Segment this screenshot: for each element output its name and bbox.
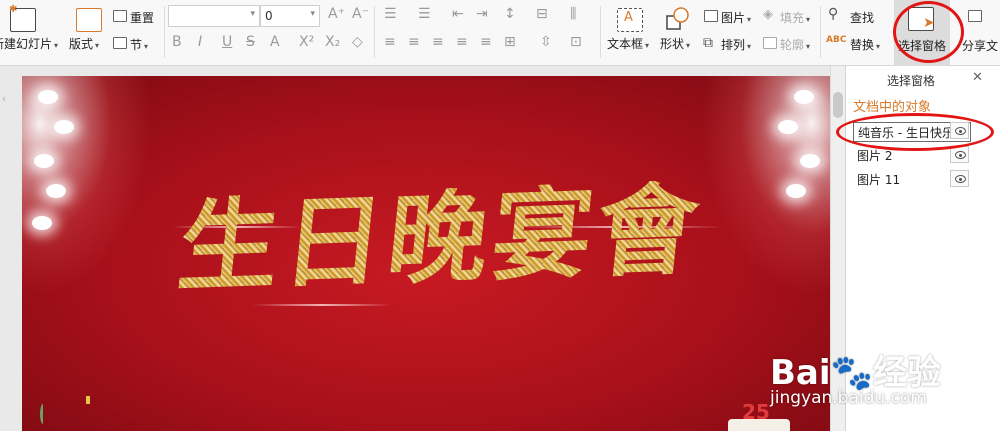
spotlight-right: [700, 76, 830, 296]
paragraph-settings-icon[interactable]: ⊡: [570, 34, 582, 50]
underline-icon[interactable]: U: [222, 34, 232, 50]
collapse-arrow-icon[interactable]: ‹: [2, 94, 6, 105]
new-slide-label: 新建幻灯片: [0, 35, 58, 52]
outline-button[interactable]: 轮廓: [780, 36, 810, 53]
textbox-button[interactable]: A 文本框: [604, 0, 656, 66]
split-text-icon: [968, 10, 982, 22]
confetti: [86, 396, 90, 404]
cake-image: [728, 419, 790, 431]
divider: [600, 6, 601, 58]
font-size-select[interactable]: 0 ▾: [260, 5, 320, 27]
distribute-icon[interactable]: ≡: [480, 34, 492, 50]
textbox-label: 文本框: [607, 35, 649, 52]
increase-font-icon[interactable]: A⁺: [328, 6, 345, 22]
superscript-icon[interactable]: X²: [299, 34, 314, 50]
spotlight-bulb: [34, 154, 54, 168]
subscript-icon[interactable]: X₂: [325, 34, 340, 50]
new-slide-button[interactable]: ✱ 新建幻灯片: [0, 0, 72, 66]
align-text-icon[interactable]: ⫼: [570, 6, 576, 22]
spotlight-bulb: [38, 90, 58, 104]
search-icon: ⚲: [828, 6, 839, 22]
confetti: [40, 404, 46, 424]
spotlight-bulb: [32, 216, 52, 230]
object-label: 图片 2: [857, 149, 893, 163]
light-streak: [252, 304, 392, 306]
close-icon[interactable]: ✕: [972, 70, 983, 85]
replace-button[interactable]: 替换: [850, 36, 880, 53]
divider: [164, 6, 165, 58]
spotlight-bulb: [54, 120, 74, 134]
increase-indent-icon[interactable]: ⇥: [476, 6, 488, 22]
picture-button[interactable]: 图片: [721, 9, 751, 26]
star-icon: ✱: [9, 4, 18, 15]
columns-icon[interactable]: ⊞: [504, 34, 516, 50]
find-button[interactable]: 查找: [850, 9, 874, 26]
spotlight-bulb: [800, 154, 820, 168]
strikethrough-icon[interactable]: S: [246, 34, 255, 50]
bullet-list-icon[interactable]: ☰: [384, 6, 397, 22]
bold-icon[interactable]: B: [172, 34, 182, 50]
fill-icon: ◈: [763, 7, 773, 22]
font-name-select[interactable]: ▾: [168, 5, 260, 27]
spotlight-bulb: [46, 184, 66, 198]
shape-label: 形状: [660, 35, 690, 52]
replace-icon: ABC: [826, 35, 847, 45]
scroll-thumb[interactable]: [833, 92, 843, 118]
reset-icon: [113, 10, 127, 22]
textbox-a-icon: A: [624, 10, 633, 25]
spotlight-left: [22, 76, 152, 296]
watermark-url: jingyan.baidu.com: [770, 388, 927, 408]
spotlight-bulb: [794, 90, 814, 104]
fill-button[interactable]: 填充: [780, 9, 810, 26]
decrease-indent-icon[interactable]: ⇤: [452, 6, 464, 22]
spotlight-bulb: [778, 120, 798, 134]
object-label: 图片 11: [857, 173, 901, 187]
line-height-icon[interactable]: ⇳: [540, 34, 552, 50]
slide-title-art[interactable]: 生日晚宴會: [164, 170, 717, 306]
arrange-icon: ⧉: [703, 35, 713, 51]
align-right-icon[interactable]: ≡: [432, 34, 444, 50]
shape-button[interactable]: 形状: [658, 0, 698, 66]
italic-icon[interactable]: I: [198, 34, 202, 50]
slide-canvas[interactable]: 生日晚宴會 25: [22, 76, 830, 431]
layout-icon: [76, 8, 102, 32]
section-button[interactable]: 节: [130, 36, 148, 53]
chevron-down-icon: ▾: [310, 9, 315, 19]
chevron-down-icon: ▾: [250, 9, 255, 19]
line-spacing-icon[interactable]: ↕: [504, 6, 516, 22]
divider: [374, 6, 375, 58]
decrease-font-icon[interactable]: A⁻: [352, 6, 369, 22]
picture-icon: [704, 10, 718, 22]
align-center-icon[interactable]: ≡: [408, 34, 420, 50]
split-text-label: 分享文: [962, 39, 999, 53]
divider: [820, 6, 821, 58]
spotlight-bulb: [786, 184, 806, 198]
visibility-eye-icon[interactable]: [950, 170, 969, 187]
reset-button[interactable]: 重置: [130, 9, 154, 26]
justify-icon[interactable]: ≡: [456, 34, 468, 50]
pane-title: 选择窗格: [886, 74, 935, 88]
layout-button[interactable]: 版式: [69, 0, 112, 66]
numbered-list-icon[interactable]: ☰: [418, 6, 431, 22]
highlight-circle: [893, 1, 964, 63]
thumbnail-rail-edge: ‹: [0, 66, 8, 431]
shadow-icon[interactable]: A: [270, 34, 280, 50]
ribbon-toolbar: ✱ 新建幻灯片 版式 重置 节 ▾ 0 ▾ A⁺ A⁻ B I U S A X²…: [0, 0, 1000, 66]
slide-editor[interactable]: ‹ 生日晚宴會 25: [0, 66, 845, 431]
text-direction-icon[interactable]: ⊟: [536, 6, 548, 22]
highlight-circle: [836, 113, 994, 151]
font-size-value: 0: [265, 9, 273, 23]
outline-icon: [763, 37, 777, 49]
align-left-icon[interactable]: ≡: [384, 34, 396, 50]
clear-format-icon[interactable]: ◇: [352, 34, 363, 50]
shapes-icon: [666, 7, 690, 31]
section-icon: [113, 37, 127, 49]
layout-label: 版式: [69, 35, 99, 52]
watermark-logo: Bai🐾经验: [770, 353, 941, 393]
arrange-button[interactable]: 排列: [721, 36, 751, 53]
